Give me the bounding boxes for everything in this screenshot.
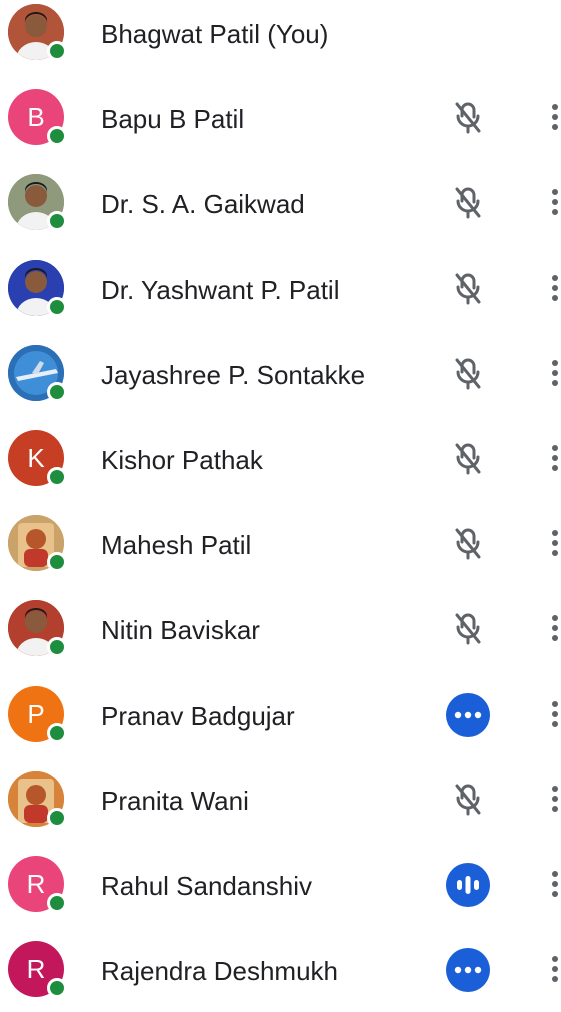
presence-online-icon xyxy=(47,211,67,231)
participant-name: Dr. Yashwant P. Patil xyxy=(101,275,340,305)
participant-row[interactable]: Pranita Wani xyxy=(0,757,561,842)
participant-row[interactable]: R Rahul Sandanshiv xyxy=(0,842,561,927)
participant-name: Pranita Wani xyxy=(101,786,249,816)
muted-mic-icon xyxy=(446,778,490,822)
presence-online-icon xyxy=(47,297,67,317)
participant-name: Jayashree P. Sontakke xyxy=(101,360,366,390)
muted-mic-icon xyxy=(446,96,490,140)
participant-row[interactable]: Nitin Baviskar xyxy=(0,586,561,671)
muted-mic-icon xyxy=(446,607,490,651)
presence-online-icon xyxy=(47,552,67,572)
more-options-icon[interactable] xyxy=(540,608,561,648)
presence-online-icon xyxy=(47,41,67,61)
participant-row[interactable]: P Pranav Badgujar xyxy=(0,672,561,757)
presence-online-icon xyxy=(47,978,67,998)
more-options-icon[interactable] xyxy=(540,864,561,904)
avatar-initial: R xyxy=(26,868,46,899)
participant-row[interactable]: Jayashree P. Sontakke xyxy=(0,331,561,416)
muted-mic-icon xyxy=(446,352,490,396)
more-options-icon[interactable] xyxy=(540,949,561,989)
avatar-initial: P xyxy=(27,698,45,729)
participant-row[interactable]: Dr. Yashwant P. Patil xyxy=(0,246,561,331)
participant-name: Bapu B Patil xyxy=(101,104,245,134)
muted-mic-icon xyxy=(446,181,490,225)
avatar-initial: R xyxy=(26,953,46,984)
more-options-icon[interactable] xyxy=(540,694,561,734)
participant-row[interactable]: Dr. S. A. Gaikwad xyxy=(0,160,561,245)
participant-name: Rajendra Deshmukh xyxy=(101,956,339,986)
audio-level-icon xyxy=(446,863,490,907)
muted-mic-icon xyxy=(446,522,490,566)
presence-online-icon xyxy=(47,126,67,146)
participant-name: Dr. S. A. Gaikwad xyxy=(101,189,305,219)
participant-name: Bhagwat Patil (You) xyxy=(101,19,329,49)
participant-name: Nitin Baviskar xyxy=(101,615,260,645)
more-options-icon[interactable] xyxy=(540,438,561,478)
more-options-icon[interactable] xyxy=(540,97,561,137)
presence-online-icon xyxy=(47,382,67,402)
participant-name: Pranav Badgujar xyxy=(101,701,295,731)
participant-name: Rahul Sandanshiv xyxy=(101,871,313,901)
more-options-icon[interactable] xyxy=(540,523,561,563)
presence-online-icon xyxy=(47,893,67,913)
participant-row[interactable]: B Bapu B Patil xyxy=(0,75,561,160)
more-dots-icon xyxy=(446,948,490,992)
participant-row[interactable]: R Rajendra Deshmukh xyxy=(0,927,561,1012)
participant-name: Mahesh Patil xyxy=(101,530,252,560)
avatar-initial: K xyxy=(27,442,45,473)
more-options-icon[interactable] xyxy=(540,268,561,308)
muted-mic-icon xyxy=(446,267,490,311)
participant-row[interactable]: K Kishor Pathak xyxy=(0,416,561,501)
presence-online-icon xyxy=(47,467,67,487)
participant-name: Kishor Pathak xyxy=(101,445,263,475)
avatar-initial: B xyxy=(27,101,45,132)
more-options-icon[interactable] xyxy=(540,779,561,819)
presence-online-icon xyxy=(47,808,67,828)
more-options-icon[interactable] xyxy=(540,182,561,222)
participant-row[interactable]: Mahesh Patil xyxy=(0,501,561,586)
presence-online-icon xyxy=(47,637,67,657)
more-dots-icon xyxy=(446,693,490,737)
muted-mic-icon xyxy=(446,437,490,481)
presence-online-icon xyxy=(47,723,67,743)
participant-row[interactable]: Bhagwat Patil (You) xyxy=(0,0,561,75)
more-options-icon[interactable] xyxy=(540,353,561,393)
